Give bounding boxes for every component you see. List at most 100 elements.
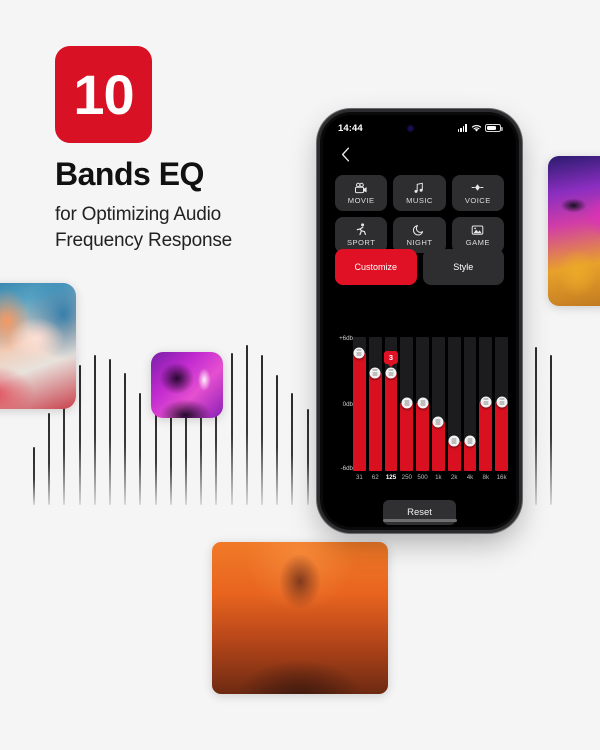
waveform-bar (93, 355, 96, 505)
bands-count-badge: 10 (55, 46, 152, 143)
page-title: Bands EQ (55, 156, 204, 192)
eq-band-16k[interactable] (495, 337, 508, 471)
waveform-bar (276, 375, 279, 505)
waveform-bar (33, 447, 35, 505)
running-person-icon (355, 223, 367, 236)
waveform-bar (109, 359, 111, 505)
page-subtitle: for Optimizing Audio Frequency Response (55, 202, 315, 253)
preset-night[interactable]: NIGHT (393, 217, 446, 253)
eq-band-fill (368, 372, 382, 471)
eq-band-thumb[interactable] (417, 397, 429, 409)
axis-tick-zero: 0db (342, 401, 353, 408)
eq-band-8k[interactable] (479, 337, 493, 471)
home-indicator (382, 519, 457, 522)
album-art-singer (0, 283, 76, 409)
album-art-singer-image (0, 283, 76, 409)
camera-dot-icon (407, 125, 413, 131)
eq-band-fill (479, 401, 493, 471)
phone-mockup: 14:44 MOVIE MUSIC VOICE SPORT NIGHT GAME… (320, 112, 519, 530)
preset-movie[interactable]: MOVIE (335, 175, 388, 211)
equalizer-panel: +6db 0db -6db 3 31 62 125 250 500 1k 2k 4k 8k 16k (331, 335, 508, 487)
frequency-label-4k: 4k (466, 474, 474, 481)
waveform-bar (154, 409, 157, 505)
chevron-left-icon (341, 147, 349, 161)
frequency-label-8k: 8k (482, 474, 490, 481)
album-art-keyboardist-image (151, 352, 223, 418)
waveform-bar (291, 393, 294, 505)
waveform-bar (306, 409, 309, 505)
preset-voice-label: VOICE (464, 196, 491, 205)
preset-night-label: NIGHT (406, 238, 433, 247)
eq-band-thumb[interactable] (385, 367, 397, 379)
status-bar: 14:44 (323, 115, 516, 141)
eq-band-500[interactable] (416, 337, 429, 471)
waveform-bar (230, 353, 233, 505)
eq-band-thumb[interactable] (401, 397, 413, 409)
frequency-label-500: 500 (417, 474, 428, 481)
waveform-bar (139, 393, 142, 505)
eq-band-thumb[interactable] (448, 435, 460, 447)
frequency-label-1k: 1k (435, 474, 442, 481)
eq-band-125[interactable]: 3 (383, 337, 399, 471)
preset-music-label: MUSIC (406, 196, 433, 205)
eq-band-thumb[interactable] (353, 347, 365, 359)
frequency-label-31: 31 (355, 474, 363, 481)
preset-sport[interactable]: SPORT (335, 217, 388, 253)
eq-band-2k[interactable] (447, 337, 461, 471)
equalizer-sliders: 3 (353, 337, 508, 471)
eq-band-62[interactable] (368, 337, 382, 471)
voice-diamond-icon (471, 181, 484, 194)
eq-band-250[interactable] (400, 337, 414, 471)
music-note-icon (413, 181, 425, 194)
tab-style[interactable]: Style (422, 249, 504, 285)
eq-band-thumb[interactable] (432, 416, 444, 428)
tab-customize[interactable]: Customize (335, 249, 417, 285)
eq-band-thumb[interactable] (480, 396, 492, 408)
preset-music[interactable]: MUSIC (393, 175, 446, 211)
eq-value-tooltip: 3 (383, 350, 399, 367)
eq-band-thumb[interactable] (464, 435, 476, 447)
subtitle-line-1: for Optimizing Audio (55, 204, 222, 226)
waveform-bar (124, 373, 127, 505)
preset-voice[interactable]: VOICE (451, 175, 504, 211)
eq-band-fill (495, 401, 508, 471)
waveform-bar (549, 355, 552, 505)
preset-sport-label: SPORT (347, 238, 376, 247)
frequency-label-250: 250 (401, 474, 412, 481)
album-art-portrait-image (212, 542, 388, 694)
moon-icon (413, 223, 425, 236)
subtitle-line-2: Frequency Response (55, 229, 233, 251)
eq-band-1k[interactable] (431, 337, 445, 471)
album-art-keyboardist (151, 352, 223, 418)
preset-game[interactable]: GAME (451, 217, 504, 253)
eq-band-fill (431, 421, 445, 471)
cellular-signal-icon (457, 124, 467, 132)
equalizer-axis: +6db 0db -6db (331, 335, 353, 472)
waveform-bar (48, 413, 51, 505)
frequency-label-125: 125 (385, 474, 397, 481)
album-art-cyberpunk (548, 156, 600, 306)
frequency-label-16k: 16k (496, 474, 507, 481)
eq-band-4k[interactable] (463, 337, 477, 471)
waveform-bar (78, 365, 81, 505)
wifi-icon (471, 124, 481, 132)
movie-camera-icon (354, 181, 368, 194)
frequency-labels: 31 62 125 250 500 1k 2k 4k 8k 16k (353, 474, 508, 481)
album-art-cyberpunk-image (548, 156, 600, 306)
phone-screen: 14:44 MOVIE MUSIC VOICE SPORT NIGHT GAME… (323, 115, 516, 527)
back-button[interactable] (335, 144, 355, 164)
waveform-bar (519, 355, 522, 505)
battery-icon (485, 124, 503, 132)
eq-band-fill (416, 402, 429, 471)
bands-count-number: 10 (73, 62, 134, 126)
preset-grid: MOVIE MUSIC VOICE SPORT NIGHT GAME (335, 175, 504, 253)
eq-band-thumb[interactable] (496, 396, 508, 408)
eq-band-thumb[interactable] (369, 367, 381, 379)
poster-canvas: 10 Bands EQ for Optimizing Audio Frequen… (0, 0, 600, 750)
eq-band-fill (384, 372, 398, 471)
status-bar-indicators (457, 124, 503, 133)
eq-band-31[interactable] (353, 337, 366, 471)
preset-movie-label: MOVIE (347, 196, 375, 205)
preset-game-label: GAME (465, 238, 490, 247)
waveform-bar (245, 345, 248, 505)
